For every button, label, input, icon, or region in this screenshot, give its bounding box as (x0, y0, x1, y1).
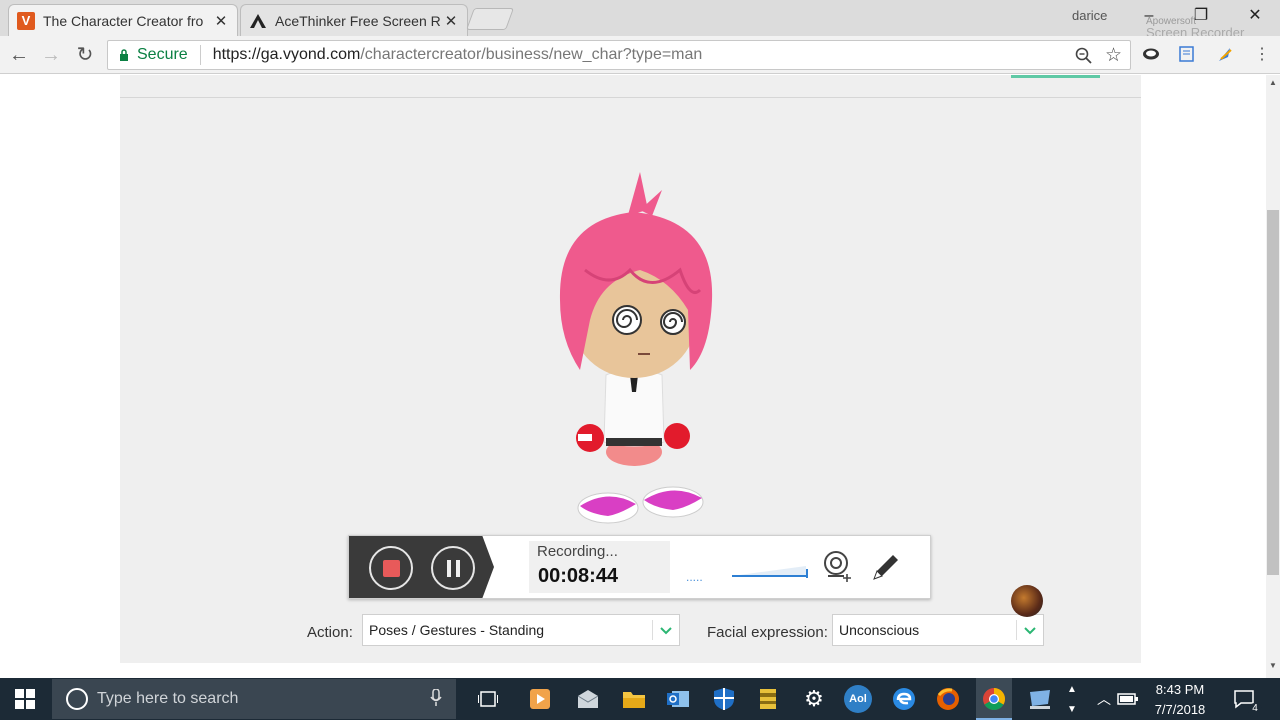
start-button[interactable] (0, 678, 50, 720)
search-placeholder: Type here to search (97, 690, 239, 707)
reload-icon[interactable]: ↻ (72, 42, 98, 68)
microphone-icon[interactable] (430, 688, 442, 712)
windows-logo-icon (15, 689, 35, 709)
extension-edit-icon[interactable] (1178, 45, 1198, 65)
audio-level-dots: ..... (686, 570, 703, 584)
task-view-icon[interactable] (472, 683, 504, 715)
scrollbar-thumb[interactable] (1267, 210, 1279, 575)
clock-time[interactable]: 8:43 PM (1148, 682, 1212, 697)
battery-icon[interactable] (1112, 683, 1144, 715)
taskbar-scroll-up-icon[interactable]: ▲ (1062, 680, 1082, 698)
facial-expression-label: Facial expression: (707, 624, 828, 641)
character-preview (559, 172, 713, 524)
lock-icon (120, 49, 128, 61)
taskbar-search-box[interactable]: Type here to search (52, 679, 456, 719)
edge-browser-icon[interactable] (888, 683, 920, 715)
chevron-down-icon (653, 623, 679, 638)
cursor-avatar-icon (1011, 585, 1043, 617)
mail-app-icon[interactable] (572, 683, 604, 715)
forward-arrow-icon[interactable]: → (38, 42, 64, 68)
chevron-down-icon (1017, 623, 1043, 638)
recording-status: Recording... (537, 543, 618, 560)
screen-recorder-app-icon[interactable] (1024, 683, 1056, 715)
facial-expression-select[interactable]: Unconscious (832, 614, 1044, 646)
minimize-icon[interactable]: – (1132, 4, 1166, 28)
notification-count-badge: 4 (1248, 703, 1262, 717)
profile-name[interactable]: darice (1072, 8, 1107, 23)
address-bar[interactable]: Secure https://ga.vyond.com/charactercre… (107, 40, 1131, 70)
action-select[interactable]: Poses / Gestures - Standing (362, 614, 680, 646)
scroll-down-icon[interactable]: ▼ (1266, 661, 1280, 671)
chrome-menu-icon[interactable]: ⋮ (1252, 45, 1272, 65)
scroll-up-icon[interactable]: ▲ (1266, 78, 1280, 88)
taskbar-scroll-down-icon[interactable]: ▼ (1062, 700, 1082, 718)
acethinker-icon (249, 12, 267, 30)
chrome-icon[interactable] (978, 683, 1010, 715)
recording-timer: 00:08:44 (538, 565, 619, 587)
extension-cloud-icon[interactable] (1141, 45, 1161, 65)
tab-acethinker[interactable]: AceThinker Free Screen R ✕ (240, 4, 468, 36)
outlook-icon[interactable] (662, 683, 694, 715)
tab-character-creator[interactable]: V The Character Creator fro ✕ (8, 4, 238, 36)
file-explorer-icon[interactable] (618, 683, 650, 715)
settings-gear-icon[interactable]: ⚙ (798, 683, 830, 715)
new-tab-button[interactable] (465, 8, 515, 30)
close-tab-icon[interactable]: ✕ (213, 12, 229, 30)
url-host: https://ga.vyond.com (212, 46, 361, 63)
close-window-icon[interactable]: ✕ (1238, 4, 1272, 28)
stop-recording-button[interactable] (369, 546, 413, 590)
security-shield-icon[interactable] (708, 683, 740, 715)
media-player-icon[interactable] (524, 683, 556, 715)
header-accent-bar (1011, 75, 1100, 78)
pencil-annotate-icon[interactable] (870, 551, 902, 583)
tab-title: The Character Creator fro (43, 12, 204, 29)
action-label: Action: (307, 624, 353, 641)
stop-icon (382, 559, 400, 577)
bookmark-star-icon[interactable]: ☆ (1105, 44, 1122, 67)
restore-icon[interactable]: ❐ (1184, 4, 1218, 28)
facial-expression-value: Unconscious (839, 622, 920, 638)
aol-app-icon[interactable]: Aol (842, 683, 874, 715)
address-divider (199, 45, 201, 65)
pause-recording-button[interactable] (431, 546, 475, 590)
firefox-icon[interactable] (932, 683, 964, 715)
clock-date[interactable]: 7/7/2018 (1148, 702, 1212, 717)
close-tab-icon[interactable]: ✕ (443, 12, 459, 30)
aol-label: Aol (844, 685, 872, 713)
cortana-icon (66, 688, 88, 710)
extension-feather-icon[interactable] (1215, 45, 1235, 65)
webcam-icon[interactable] (822, 550, 854, 584)
back-arrow-icon[interactable]: ← (6, 42, 32, 68)
secure-label: Secure (137, 46, 188, 63)
action-value: Poses / Gestures - Standing (369, 622, 545, 638)
archive-app-icon[interactable] (752, 683, 784, 715)
vyond-v-icon: V (17, 11, 35, 30)
volume-slider[interactable] (730, 560, 810, 580)
zoom-icon[interactable] (1075, 47, 1093, 70)
url-path: /charactercreator/business/new_char?type… (360, 46, 703, 63)
pause-icon (446, 559, 451, 577)
stage-divider (120, 97, 1141, 98)
tab-title: AceThinker Free Screen R (275, 12, 441, 29)
